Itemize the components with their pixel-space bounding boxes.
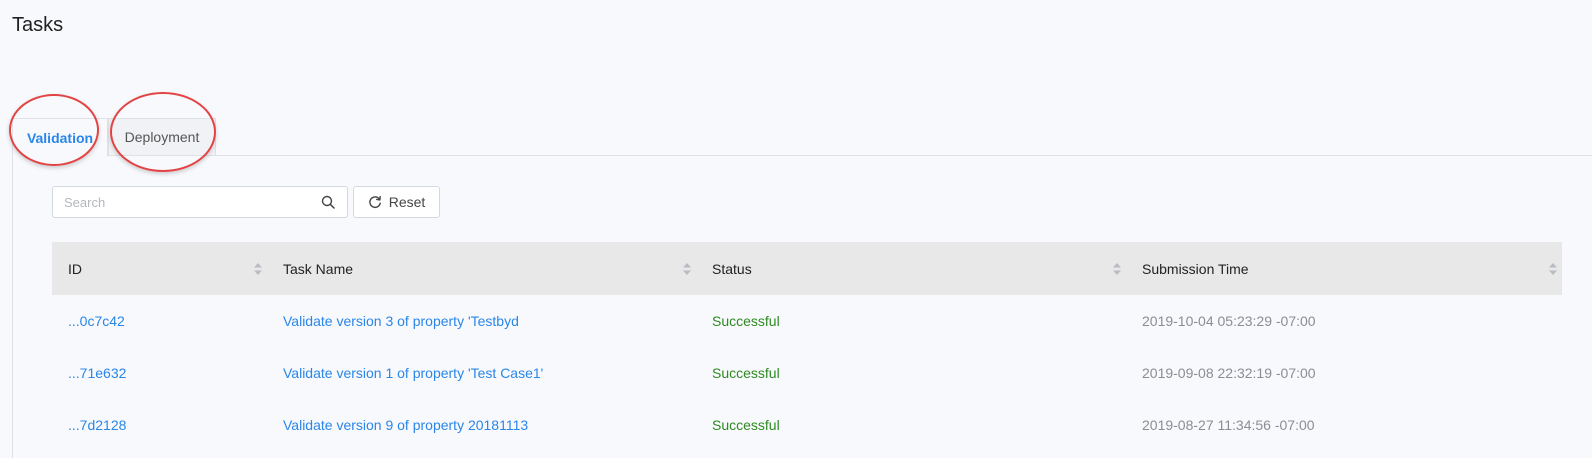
- column-header-task-name[interactable]: Task Name: [267, 261, 696, 277]
- table-header: ID Task Name Status Submission Time: [52, 242, 1562, 295]
- table-row: ...7d2128 Validate version 9 of property…: [52, 399, 1562, 451]
- task-id-link[interactable]: ...71e632: [68, 365, 126, 381]
- tab-deployment[interactable]: Deployment: [108, 118, 216, 156]
- status-text: Successful: [712, 365, 780, 381]
- content-divider: [12, 156, 13, 458]
- table-row: ...71e632 Validate version 1 of property…: [52, 347, 1562, 399]
- task-id-link[interactable]: ...0c7c42: [68, 313, 125, 329]
- submission-time: 2019-09-08 22:32:19 -07:00: [1142, 365, 1316, 381]
- reset-label: Reset: [388, 194, 426, 210]
- column-header-submission-time[interactable]: Submission Time: [1126, 261, 1562, 277]
- page-title: Tasks: [12, 14, 64, 36]
- task-name-link[interactable]: Validate version 1 of property 'Test Cas…: [283, 365, 543, 381]
- submission-time: 2019-08-27 11:34:56 -07:00: [1142, 417, 1315, 433]
- tabs-bar: Validation Deployment: [12, 118, 1592, 157]
- status-text: Successful: [712, 313, 780, 329]
- tab-validation[interactable]: Validation: [12, 118, 108, 157]
- search-input[interactable]: [53, 187, 303, 217]
- task-name-link[interactable]: Validate version 9 of property 20181113: [283, 417, 528, 433]
- sort-icon[interactable]: [682, 262, 692, 276]
- tasks-table: ID Task Name Status Submission Time ...0…: [52, 242, 1562, 451]
- column-header-status[interactable]: Status: [696, 261, 1126, 277]
- refresh-icon: [368, 195, 381, 209]
- search-box: [52, 186, 348, 218]
- sort-icon[interactable]: [1112, 262, 1122, 276]
- column-header-id[interactable]: ID: [52, 261, 267, 277]
- table-row: ...0c7c42 Validate version 3 of property…: [52, 295, 1562, 347]
- submission-time: 2019-10-04 05:23:29 -07:00: [1142, 313, 1316, 329]
- task-id-link[interactable]: ...7d2128: [68, 417, 126, 433]
- sort-icon[interactable]: [253, 262, 263, 276]
- sort-icon[interactable]: [1548, 262, 1558, 276]
- reset-button[interactable]: Reset: [353, 186, 440, 218]
- task-name-link[interactable]: Validate version 3 of property 'Testbyd: [283, 313, 519, 329]
- status-text: Successful: [712, 417, 780, 433]
- search-icon[interactable]: [321, 195, 335, 209]
